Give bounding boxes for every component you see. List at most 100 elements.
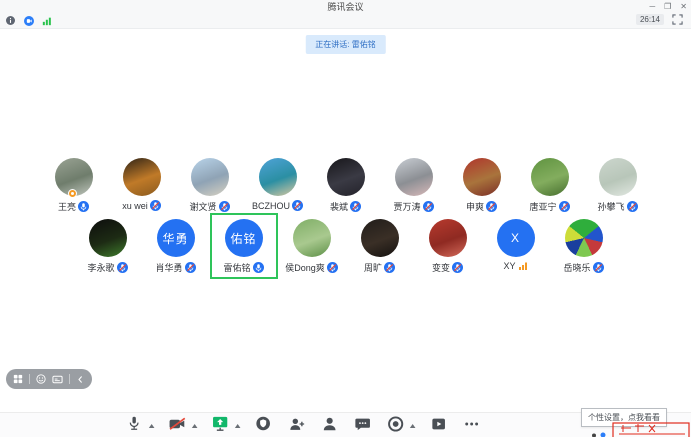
microphone-button[interactable]	[124, 416, 144, 436]
caret-up-icon[interactable]	[148, 424, 154, 428]
speaking-banner: 正在讲话: 雷佑铭	[305, 35, 385, 54]
security-button[interactable]	[253, 416, 273, 436]
apps-button[interactable]	[428, 416, 448, 436]
topbar-right: 26:14	[636, 14, 683, 25]
participants-row-1: 王亮 xu wei 谢文贤 BCZHOU 裴斌 贾万涛 申爽 唐亚宁 孙攀飞	[0, 152, 691, 218]
window-controls: ─ ❐ ✕	[649, 0, 687, 13]
signal-bars-icon	[518, 261, 528, 271]
participant-name: 变变	[432, 261, 450, 274]
participant-name: 唐亚宁	[529, 200, 556, 213]
participant-cell[interactable]: 孙攀飞	[584, 152, 652, 218]
participant-cell[interactable]: 贾万涛	[380, 152, 448, 218]
avatar	[531, 158, 569, 196]
participant-cell[interactable]: 王亮	[40, 152, 108, 218]
mic-muted-icon	[185, 262, 196, 273]
collapse-icon[interactable]	[76, 375, 85, 384]
record-button[interactable]	[385, 416, 405, 436]
participant-name-row: 肖华勇	[155, 261, 195, 274]
participant-cell[interactable]: xu wei	[108, 152, 176, 218]
participant-cell[interactable]: 申爽	[448, 152, 516, 218]
share-screen-button[interactable]	[210, 416, 230, 436]
topbar-left-icons	[5, 15, 52, 26]
restore-icon[interactable]: ❐	[664, 0, 671, 13]
participant-name-row: 侯Dong爽	[285, 261, 338, 274]
participant-cell[interactable]: 裴斌	[312, 152, 380, 218]
participants-button[interactable]	[319, 416, 339, 436]
participant-name-row: 变变	[432, 261, 463, 274]
participant-cell[interactable]: 周旷	[346, 213, 414, 279]
avatar	[429, 219, 467, 257]
participant-cell[interactable]: 侯Dong爽	[278, 213, 346, 279]
camera-off-icon	[168, 414, 187, 437]
participant-name-row: 申爽	[466, 200, 497, 213]
info-icon[interactable]	[5, 15, 16, 26]
avatar	[259, 158, 297, 196]
title-bar: 腾讯会议 ─ ❐ ✕	[0, 0, 691, 13]
mic-muted-icon	[593, 262, 604, 273]
participant-name: BCZHOU	[252, 201, 290, 211]
participant-name: 贾万涛	[393, 200, 420, 213]
camera-off-button[interactable]	[167, 416, 187, 436]
minimize-icon[interactable]: ─	[649, 0, 655, 13]
mic-on-icon	[78, 201, 89, 212]
caret-up-icon[interactable]	[191, 424, 197, 428]
emoji-icon[interactable]	[36, 374, 46, 384]
participant-name-row: BCZHOU	[252, 200, 303, 211]
toolbar-buttons	[124, 416, 481, 436]
participant-name: 岳晓乐	[563, 261, 590, 274]
avatar: X	[497, 219, 535, 257]
caret-up-icon[interactable]	[234, 424, 240, 428]
avatar	[191, 158, 229, 196]
apps-icon	[429, 415, 447, 437]
participant-name: 周旷	[364, 261, 382, 274]
participant-name-row: 孙攀飞	[597, 200, 637, 213]
participant-cell[interactable]: BCZHOU	[244, 152, 312, 218]
settings-tooltip[interactable]: 个性设置，点我看看	[581, 408, 667, 427]
meeting-window: 腾讯会议 ─ ❐ ✕ 26:14 正在讲话: 雷佑铭 王亮	[0, 0, 691, 437]
captions-icon[interactable]	[52, 374, 63, 385]
participant-cell-active-speaker[interactable]: 佑铭雷佑铭	[210, 213, 278, 279]
participant-name-row: 贾万涛	[393, 200, 433, 213]
more-button[interactable]	[461, 416, 481, 436]
caret-up-icon[interactable]	[409, 424, 415, 428]
fullscreen-icon[interactable]	[672, 14, 683, 25]
participant-name-row: 裴斌	[330, 200, 361, 213]
pill-divider	[69, 374, 70, 384]
participant-name: 肖华勇	[155, 261, 182, 274]
meeting-top-bar: 26:14	[0, 13, 691, 29]
mic-muted-icon	[292, 200, 303, 211]
avatar	[463, 158, 501, 196]
mic-muted-icon	[486, 201, 497, 212]
window-title: 腾讯会议	[327, 0, 363, 13]
participant-cell[interactable]: 谢文贤	[176, 152, 244, 218]
participant-cell[interactable]: 李永歌	[74, 213, 142, 279]
record-icon	[386, 415, 404, 437]
participant-name-row: xu wei	[122, 200, 161, 211]
view-options-pill[interactable]	[6, 369, 92, 389]
avatar: 华勇	[157, 219, 195, 257]
participant-name: 王亮	[58, 200, 76, 213]
participant-cell[interactable]: X XY	[482, 213, 550, 279]
participant-name: 谢文贤	[189, 200, 216, 213]
chat-button[interactable]	[352, 416, 372, 436]
avatar	[395, 158, 433, 196]
invite-icon	[287, 415, 305, 437]
layout-grid-icon[interactable]	[13, 374, 23, 384]
participant-name-row: XY	[503, 261, 527, 271]
mic-muted-icon	[452, 262, 463, 273]
participant-cell[interactable]: 唐亚宁	[516, 152, 584, 218]
close-icon[interactable]: ✕	[680, 0, 687, 13]
network-signal-icon[interactable]	[41, 15, 52, 26]
participant-name: XY	[503, 261, 515, 271]
meeting-app-icon[interactable]	[23, 15, 34, 26]
avatar	[327, 158, 365, 196]
participant-name: 申爽	[466, 200, 484, 213]
participant-name: 孙攀飞	[597, 200, 624, 213]
participant-cell[interactable]: 岳晓乐	[550, 213, 618, 279]
invite-button[interactable]	[286, 416, 306, 436]
status-badge	[68, 189, 77, 198]
participant-cell[interactable]: 华勇肖华勇	[142, 213, 210, 279]
avatar-initials: 佑铭	[225, 219, 263, 257]
participant-cell[interactable]: 变变	[414, 213, 482, 279]
mic-muted-icon	[627, 201, 638, 212]
